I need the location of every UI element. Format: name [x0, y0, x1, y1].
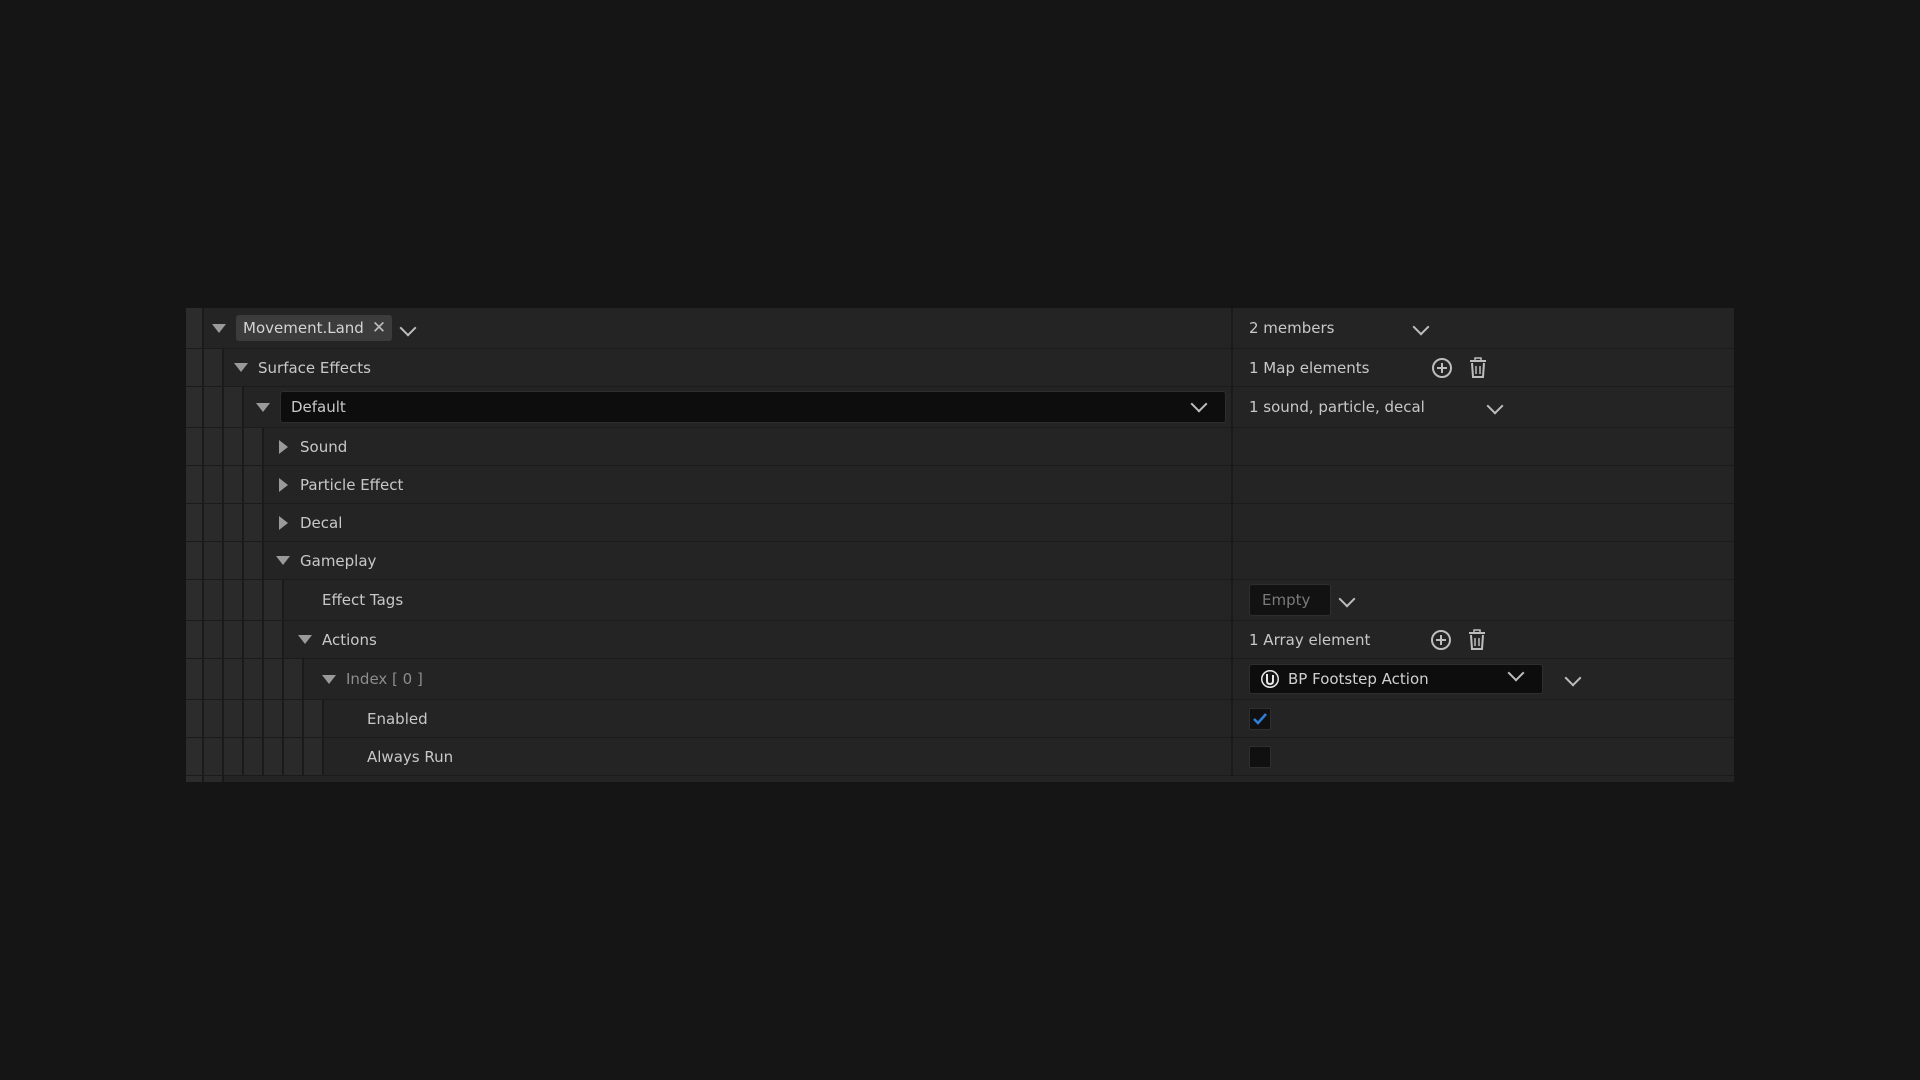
tag-dropdown-chevron-icon[interactable]	[399, 319, 417, 338]
row-gameplay: Gameplay	[186, 542, 1734, 580]
effect-tags-combo[interactable]: Empty	[1249, 584, 1331, 616]
expand-arrow-icon[interactable]	[279, 515, 288, 530]
row-particle-effect: Particle Effect	[186, 466, 1734, 504]
index-options-chevron-icon[interactable]	[1564, 669, 1582, 688]
expand-arrow-icon[interactable]	[279, 439, 288, 454]
row-index-0: Index [ 0 ] BP Footstep Action	[186, 659, 1734, 700]
unreal-logo-icon	[1260, 669, 1280, 689]
effect-tags-value: Empty	[1262, 591, 1311, 609]
row-actions: Actions 1 Array element	[186, 621, 1734, 659]
particle-effect-label: Particle Effect	[300, 475, 404, 494]
row-enabled: Enabled	[186, 700, 1734, 738]
collapse-arrow-icon[interactable]	[298, 635, 312, 644]
sound-label: Sound	[300, 437, 348, 456]
array-elements-count: 1 Array element	[1249, 630, 1371, 649]
collapse-arrow-icon[interactable]	[322, 674, 336, 684]
add-element-icon[interactable]	[1431, 357, 1453, 379]
collapse-arrow-icon[interactable]	[276, 556, 290, 565]
collapse-arrow-icon[interactable]	[212, 323, 226, 333]
row-surface-effects: Surface Effects 1 Map elements	[186, 349, 1734, 387]
map-elements-count: 1 Map elements	[1249, 358, 1370, 377]
default-key-combo[interactable]: Default	[280, 391, 1226, 423]
effect-tags-chevron-icon[interactable]	[1338, 590, 1356, 609]
members-count: 2 members	[1249, 319, 1335, 337]
always-run-checkbox[interactable]	[1249, 745, 1271, 768]
add-element-icon[interactable]	[1430, 629, 1452, 651]
row-sound: Sound	[186, 428, 1734, 466]
default-summary-chevron-icon[interactable]	[1486, 397, 1504, 416]
trash-icon[interactable]	[1466, 628, 1488, 651]
index-label: Index [ 0 ]	[346, 670, 423, 688]
row-always-run: Always Run	[186, 738, 1734, 776]
gameplay-tag-chip[interactable]: Movement.Land ✕	[236, 315, 393, 341]
decal-label: Decal	[300, 513, 343, 532]
tag-label: Movement.Land	[243, 319, 364, 337]
collapse-arrow-icon[interactable]	[234, 363, 248, 372]
expand-arrow-icon[interactable]	[279, 477, 288, 492]
trash-icon[interactable]	[1467, 356, 1489, 379]
row-partial	[186, 776, 1734, 782]
enabled-checkbox[interactable]	[1249, 707, 1271, 730]
collapse-arrow-icon[interactable]	[256, 402, 270, 412]
remove-tag-icon[interactable]: ✕	[372, 319, 386, 337]
always-run-label: Always Run	[367, 747, 454, 766]
default-key-label: Default	[291, 398, 346, 416]
row-default: Default 1 sound, particle, decal	[186, 387, 1734, 428]
actions-label: Actions	[322, 630, 377, 649]
default-summary: 1 sound, particle, decal	[1249, 398, 1425, 416]
gameplay-label: Gameplay	[300, 551, 377, 570]
enabled-label: Enabled	[367, 709, 428, 728]
row-movement-land: Movement.Land ✕ 2 members	[186, 308, 1734, 349]
action-class-combo[interactable]: BP Footstep Action	[1249, 664, 1543, 694]
action-class-label: BP Footstep Action	[1288, 670, 1429, 688]
details-panel: Movement.Land ✕ 2 members Surface Effect…	[186, 308, 1734, 782]
row-decal: Decal	[186, 504, 1734, 542]
row-effect-tags: Effect Tags Empty	[186, 580, 1734, 621]
surface-effects-label: Surface Effects	[258, 358, 371, 377]
effect-tags-label: Effect Tags	[322, 591, 404, 609]
checkmark-icon	[1253, 712, 1267, 725]
members-dropdown-chevron-icon[interactable]	[1412, 318, 1429, 337]
